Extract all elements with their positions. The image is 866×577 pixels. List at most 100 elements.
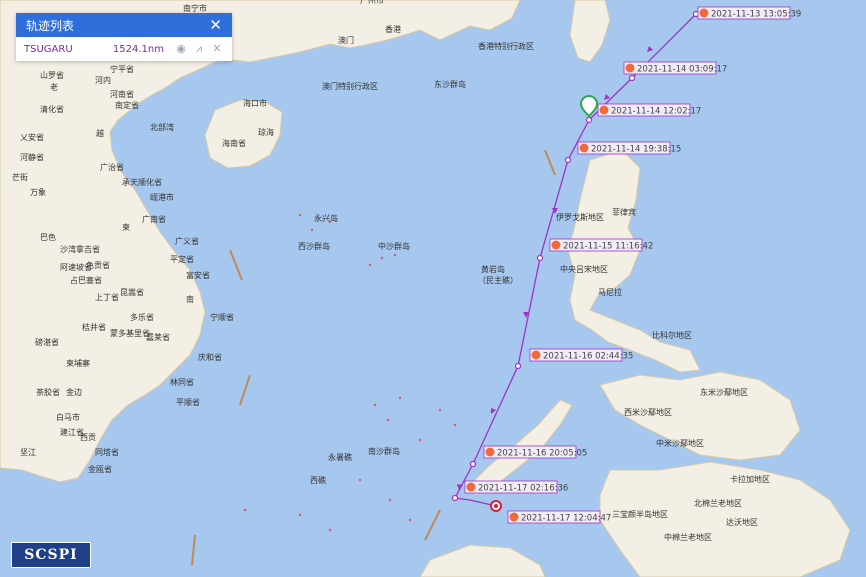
track-time-text: 2021-11-14 12:02:17 bbox=[611, 107, 701, 117]
place-label: 柬 bbox=[122, 223, 130, 232]
track-time-text: 2021-11-16 20:05:05 bbox=[497, 449, 587, 459]
place-label: 建江省 bbox=[60, 427, 84, 437]
track-time-label[interactable]: 2021-11-13 13:05:39 bbox=[697, 6, 801, 20]
track-time-text: 2021-11-17 12:04:47 bbox=[521, 514, 611, 524]
track-name: TSUGARU bbox=[24, 43, 73, 55]
place-label: 达沃地区 bbox=[726, 517, 758, 527]
alert-icon bbox=[485, 447, 495, 457]
place-label: （民主礁） bbox=[478, 275, 518, 285]
place-label: 清化省 bbox=[40, 104, 64, 114]
place-label: 金瓯省 bbox=[88, 464, 112, 474]
place-label: 同塔省 bbox=[95, 447, 119, 457]
place-label: 占巴塞省 bbox=[70, 275, 102, 285]
place-label: 宁平省 bbox=[110, 64, 134, 74]
place-label: 西沙群岛 bbox=[298, 241, 330, 251]
track-row[interactable]: TSUGARU 1524.1nm ◉ ⩘ ✕ bbox=[16, 37, 232, 61]
place-label: 越 bbox=[96, 128, 104, 138]
track-time-label[interactable]: 2021-11-17 12:04:47 bbox=[507, 510, 611, 524]
place-label: 色贡省 bbox=[86, 260, 110, 270]
place-label: 沙湾拿吉省 bbox=[60, 244, 100, 254]
place-label: 河南省 bbox=[110, 89, 134, 99]
track-time-label[interactable]: 2021-11-17 02:16:36 bbox=[464, 480, 568, 494]
place-label: 河内 bbox=[95, 75, 111, 85]
place-label: 承天顺化省 bbox=[122, 177, 162, 187]
track-time-label[interactable]: 2021-11-14 19:38:15 bbox=[577, 141, 681, 155]
alert-icon bbox=[551, 240, 561, 250]
mainland-land bbox=[0, 0, 521, 483]
track-time-text: 2021-11-14 19:38:15 bbox=[591, 145, 681, 155]
track-list-panel: 轨迹列表 ✕ TSUGARU 1524.1nm ◉ ⩘ ✕ bbox=[16, 13, 232, 61]
place-label: 老 bbox=[50, 82, 58, 92]
place-label: 西礁 bbox=[310, 475, 326, 485]
alert-icon bbox=[579, 143, 589, 153]
place-label: 山罗省 bbox=[40, 70, 64, 80]
alert-icon bbox=[599, 105, 609, 115]
place-label: 富安省 bbox=[186, 270, 210, 280]
track-time-label[interactable]: 2021-11-15 11:16:42 bbox=[549, 238, 653, 252]
place-label: 北棉兰老地区 bbox=[694, 498, 742, 508]
place-label: 磅湛省 bbox=[35, 337, 59, 347]
place-label: 茶胶省 bbox=[36, 387, 60, 397]
place-label: 河静省 bbox=[20, 152, 44, 162]
place-label: 芒街 bbox=[12, 172, 28, 182]
place-label: 宁顺省 bbox=[210, 312, 234, 322]
place-label: 中棉兰老地区 bbox=[664, 532, 712, 542]
place-label: 卡拉加地区 bbox=[730, 474, 770, 484]
borneo-coast bbox=[419, 544, 546, 577]
place-label: 南宁市 bbox=[183, 3, 207, 13]
start-pin-icon[interactable] bbox=[579, 95, 599, 118]
place-label: 坚江 bbox=[20, 448, 36, 457]
alert-icon bbox=[509, 512, 519, 522]
place-label: 西米沙鄢地区 bbox=[624, 407, 672, 417]
scspi-logo: SCSPI bbox=[11, 542, 91, 568]
track-time-text: 2021-11-15 11:16:42 bbox=[563, 242, 653, 252]
track-time-label[interactable]: 2021-11-16 02:44:35 bbox=[529, 348, 633, 362]
place-label: 三宝颜半岛地区 bbox=[612, 509, 668, 519]
place-label: 桔井省 bbox=[82, 322, 106, 332]
place-label: 澳门特别行政区 bbox=[322, 81, 378, 91]
place-label: 伊罗戈斯地区 bbox=[556, 212, 604, 222]
close-icon[interactable]: ✕ bbox=[209, 17, 222, 33]
place-label: 广义省 bbox=[175, 236, 199, 246]
place-label: 澳门 bbox=[338, 35, 354, 45]
map-canvas[interactable]: 2021-11-13 13:05:39 2021-11-14 03:09:17 20… bbox=[0, 0, 866, 577]
taiwan-island bbox=[569, 0, 611, 63]
place-label: 香港 bbox=[385, 24, 401, 34]
place-label: 比科尔地区 bbox=[652, 330, 692, 340]
place-label: 蒙多基里省 bbox=[110, 328, 150, 338]
place-label: 乂安省 bbox=[20, 132, 44, 142]
place-label: 马尼拉 bbox=[598, 287, 622, 297]
eye-icon[interactable]: ◉ bbox=[174, 42, 188, 56]
place-label: 巴色 bbox=[40, 232, 56, 242]
place-label: 永暑礁 bbox=[328, 452, 352, 462]
track-time-label[interactable]: 2021-11-16 20:05:05 bbox=[483, 445, 587, 459]
place-label: 海口市 bbox=[243, 98, 267, 108]
delete-icon[interactable]: ✕ bbox=[210, 42, 224, 56]
place-label: 金边 bbox=[66, 387, 82, 397]
alert-icon bbox=[466, 482, 476, 492]
alert-icon bbox=[699, 8, 709, 18]
place-label: 庆和省 bbox=[198, 352, 222, 362]
place-label: 北部湾 bbox=[150, 122, 174, 132]
track-time-text: 2021-11-14 03:09:17 bbox=[637, 65, 727, 75]
track-time-text: 2021-11-13 13:05:39 bbox=[711, 10, 801, 20]
place-label: 东沙群岛 bbox=[434, 79, 466, 89]
place-label: 柬埔寨 bbox=[66, 358, 90, 368]
place-label: 琼海 bbox=[258, 127, 274, 137]
alert-icon bbox=[625, 63, 635, 73]
track-time-label[interactable]: 2021-11-14 12:02:17 bbox=[597, 103, 701, 117]
place-label: 万象 bbox=[30, 187, 46, 197]
line-chart-icon[interactable]: ⩘ bbox=[192, 42, 206, 56]
place-label: 平定省 bbox=[170, 254, 194, 264]
place-label: 南 bbox=[186, 294, 194, 304]
place-label: 中米沙鄢地区 bbox=[656, 438, 704, 448]
place-label: 上丁省 bbox=[95, 292, 119, 302]
place-label: 白马市 bbox=[56, 412, 80, 422]
place-label: 中沙群岛 bbox=[378, 241, 410, 251]
place-label: 广州市 bbox=[360, 0, 384, 5]
place-label: 南定省 bbox=[115, 100, 139, 110]
track-time-label[interactable]: 2021-11-14 03:09:17 bbox=[623, 61, 727, 75]
track-time-text: 2021-11-17 02:16:36 bbox=[478, 484, 568, 494]
place-label: 黄岩岛 bbox=[481, 264, 505, 274]
place-label: 东米沙鄢地区 bbox=[700, 387, 748, 397]
